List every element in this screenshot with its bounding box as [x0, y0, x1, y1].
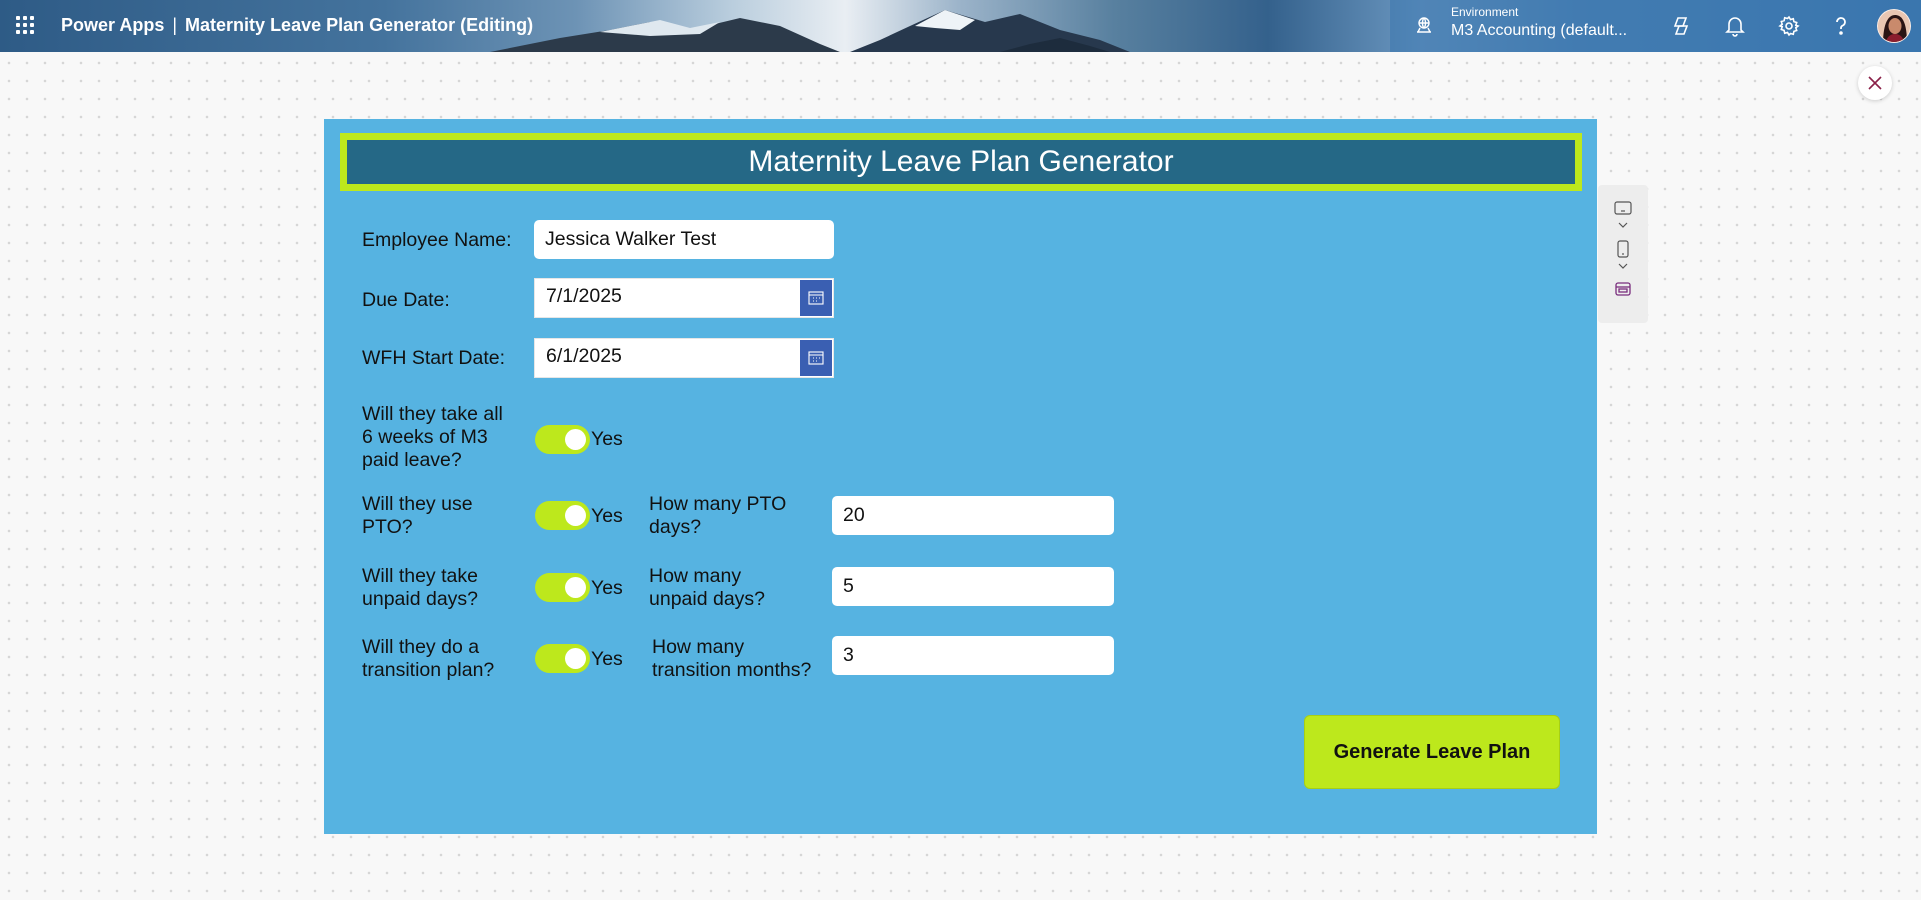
due-date-picker[interactable]: 7/1/2025 [534, 278, 834, 318]
environment-icon[interactable] [1414, 15, 1434, 39]
wfh-start-date-value[interactable]: 6/1/2025 [546, 345, 622, 368]
pto-days-label-line: How many PTO [649, 493, 787, 515]
chevron-down-icon[interactable] [1613, 263, 1633, 269]
toggle-knob [565, 577, 586, 598]
pto-days-label: How many PTO days? [649, 493, 786, 539]
paid-leave-question-line: Will they take all [362, 403, 503, 425]
transition-question-line: Will they do a [362, 636, 480, 658]
transition-months-label-line: transition months? [652, 659, 812, 681]
employee-name-label: Employee Name: [362, 229, 512, 251]
pto-days-label-line: days? [649, 516, 702, 538]
transition-months-label-line: How many [652, 636, 745, 658]
transition-plan-question: Will they do a transition plan? [362, 636, 494, 682]
phone-layout-icon[interactable] [1613, 240, 1633, 258]
unpaid-days-label: How many unpaid days? [649, 565, 765, 611]
toggle-knob [565, 648, 586, 669]
transition-plan-toggle[interactable] [535, 644, 590, 673]
pto-question: Will they use PTO? [362, 493, 473, 539]
environment-label: Environment [1451, 5, 1519, 19]
pto-days-input[interactable]: 20 [832, 496, 1114, 535]
title-separator: | [172, 15, 178, 35]
generate-leave-plan-button[interactable]: Generate Leave Plan [1304, 715, 1560, 789]
unpaid-days-toggle-label: Yes [591, 577, 623, 599]
product-name[interactable]: Power Apps [61, 15, 164, 35]
gear-icon[interactable] [1777, 14, 1801, 38]
unpaid-days-toggle[interactable] [535, 573, 590, 602]
app-preview-icon[interactable] [1613, 282, 1633, 296]
user-avatar[interactable] [1877, 9, 1911, 43]
wfh-start-date-picker[interactable]: 6/1/2025 [534, 338, 834, 378]
due-date-value[interactable]: 7/1/2025 [546, 285, 622, 308]
close-button[interactable] [1858, 66, 1892, 100]
employee-name-input[interactable]: Jessica Walker Test [534, 220, 834, 259]
calendar-icon[interactable] [800, 280, 832, 316]
app-title: Power Apps | Maternity Leave Plan Generato… [61, 15, 533, 36]
unpaid-days-input[interactable]: 5 [832, 567, 1114, 606]
app-launcher-icon[interactable] [16, 16, 34, 34]
paid-leave-question-line: 6 weeks of M3 [362, 426, 488, 448]
unpaid-question-line: Will they take [362, 565, 478, 587]
pto-toggle[interactable] [535, 501, 590, 530]
unpaid-days-question: Will they take unpaid days? [362, 565, 478, 611]
form-title-banner: Maternity Leave Plan Generator [340, 133, 1582, 191]
transition-plan-toggle-label: Yes [591, 648, 623, 670]
paid-leave-question-line: paid leave? [362, 449, 462, 471]
environment-selector[interactable]: M3 Accounting (default... [1451, 22, 1627, 40]
toggle-knob [565, 505, 586, 526]
pto-toggle-label: Yes [591, 505, 623, 527]
help-icon[interactable] [1829, 14, 1853, 38]
screen-size-toolbar [1598, 185, 1648, 323]
wfh-start-date-label: WFH Start Date: [362, 347, 506, 369]
app-name: Maternity Leave Plan Generator (Editing) [185, 15, 534, 35]
unpaid-days-label-line: How many [649, 565, 742, 587]
tablet-layout-icon[interactable] [1613, 201, 1633, 215]
paid-leave-question: Will they take all 6 weeks of M3 paid le… [362, 403, 503, 472]
toggle-knob [565, 429, 586, 450]
pto-question-line: PTO? [362, 516, 413, 538]
unpaid-days-label-line: unpaid days? [649, 588, 766, 610]
paid-leave-toggle-label: Yes [591, 428, 623, 450]
transition-months-label: How many transition months? [652, 636, 811, 682]
chevron-down-icon[interactable] [1613, 222, 1633, 228]
transition-question-line: transition plan? [362, 659, 495, 681]
pto-question-line: Will they use [362, 493, 473, 515]
copilot-icon[interactable] [1669, 14, 1693, 38]
calendar-icon[interactable] [800, 340, 832, 376]
form-title: Maternity Leave Plan Generator [748, 145, 1174, 178]
bell-icon[interactable] [1723, 14, 1747, 38]
unpaid-question-line: unpaid days? [362, 588, 479, 610]
transition-months-input[interactable]: 3 [832, 636, 1114, 675]
close-icon [1868, 76, 1882, 90]
due-date-label: Due Date: [362, 289, 450, 311]
app-canvas: Maternity Leave Plan Generator Employee … [324, 119, 1597, 834]
paid-leave-toggle[interactable] [535, 425, 590, 454]
